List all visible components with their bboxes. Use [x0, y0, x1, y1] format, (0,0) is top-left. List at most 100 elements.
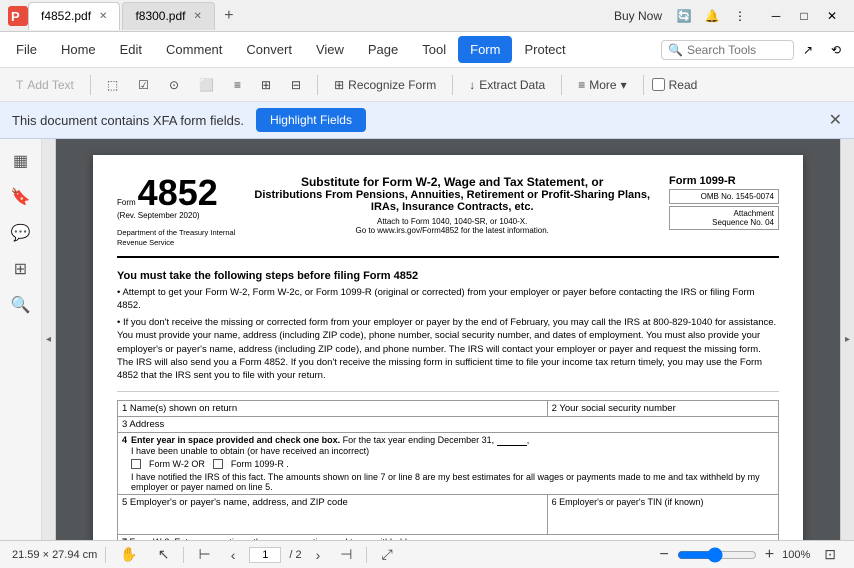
toolbar-icon2[interactable]: ☑	[130, 74, 157, 96]
highlight-fields-button[interactable]: Highlight Fields	[256, 108, 366, 132]
left-collapse-button[interactable]: ◂	[42, 139, 56, 540]
form-toolbar: T Add Text ⬚ ☑ ⊙ ⬜ ≡ ⊞ ⊟ ⊞ Recognize For…	[0, 68, 854, 102]
field-2-label: 2 Your social security number	[547, 400, 778, 416]
search-tools-icon: 🔍	[668, 43, 683, 57]
xfa-message: This document contains XFA form fields.	[12, 113, 244, 128]
zoom-out-button[interactable]: −	[659, 546, 668, 564]
comment-panel-icon[interactable]: 💬	[7, 219, 35, 247]
field-7-text: Form W-2. Enter wages, tips, other compe…	[130, 537, 410, 540]
nav-first-button[interactable]: ⊢	[192, 544, 216, 565]
field-4-number: 4	[122, 435, 127, 445]
1099r-label: Form 1099-R .	[231, 459, 289, 469]
more-options-icon[interactable]: ⋮	[726, 2, 754, 30]
w2-label: Form W-2 OR	[149, 459, 205, 469]
add-text-icon: T	[16, 78, 23, 92]
tab-f4852-label: f4852.pdf	[41, 9, 91, 23]
menu-tool[interactable]: Tool	[410, 36, 458, 63]
right-collapse-button[interactable]: ▸	[840, 139, 854, 540]
form-1099r: Form 1099-R	[669, 175, 779, 187]
w2-checkbox[interactable]	[131, 459, 141, 469]
tab-f4852-close[interactable]: ✕	[99, 11, 107, 22]
menu-page[interactable]: Page	[356, 36, 410, 63]
menu-convert[interactable]: Convert	[234, 36, 304, 63]
menu-comment[interactable]: Comment	[154, 36, 234, 63]
add-tab-button[interactable]: +	[217, 4, 241, 28]
page-number-input[interactable]	[249, 547, 281, 563]
bottom-bar: 21.59 × 27.94 cm ✋ ↖ ⊢ ‹ / 2 › ⊣ ⤢ − + 1…	[0, 540, 854, 568]
read-checkbox[interactable]	[652, 78, 665, 91]
field-5-label: 5 Employer's or payer's name, address, a…	[118, 494, 548, 534]
toolbar-icon5[interactable]: ≡	[226, 74, 249, 96]
fit-page-button[interactable]: ⤢	[375, 544, 398, 565]
omb-label: OMB No. 1545-0074	[669, 189, 779, 204]
form-header: Form 4852 (Rev. September 2020) Departme…	[117, 175, 779, 248]
maximize-button[interactable]: □	[790, 2, 818, 30]
page-separator: / 2	[289, 549, 301, 561]
form-attach-text: Attach to Form 1040, 1040-SR, or 1040-X.	[243, 217, 661, 226]
form-title-line3: IRAs, Insurance Contracts, etc.	[243, 201, 661, 213]
menu-file[interactable]: File	[4, 36, 49, 63]
zoom-in-button[interactable]: +	[765, 546, 774, 564]
sequence-label: Sequence No. 04	[674, 218, 774, 227]
fit-width-button[interactable]: ⊡	[818, 544, 842, 565]
add-text-button[interactable]: T Add Text	[8, 74, 82, 96]
bullet1: • Attempt to get your Form W-2, Form W-2…	[117, 286, 779, 313]
attachment-label: Attachment	[674, 209, 774, 218]
tab-f4852[interactable]: f4852.pdf ✕	[28, 2, 120, 30]
field-4-text: Enter year in space provided and check o…	[131, 435, 774, 446]
toolbar-icon4[interactable]: ⬜	[191, 74, 222, 96]
menu-home[interactable]: Home	[49, 36, 108, 63]
close-button[interactable]: ✕	[818, 2, 846, 30]
toolbar-icon1[interactable]: ⬚	[99, 74, 126, 96]
extract-data-icon: ↓	[469, 78, 475, 92]
more-button[interactable]: ≡ More ▾	[570, 74, 634, 96]
help-button[interactable]: ⟲	[822, 36, 850, 64]
tab-f8300-close[interactable]: ✕	[193, 11, 201, 22]
zoom-level: 100%	[782, 549, 810, 561]
tab-f8300[interactable]: f8300.pdf ✕	[122, 2, 214, 30]
search-panel-icon[interactable]: 🔍	[7, 291, 35, 319]
hand-tool-button[interactable]: ✋	[114, 544, 143, 565]
tab-f8300-label: f8300.pdf	[135, 9, 185, 23]
menu-form[interactable]: Form	[458, 36, 512, 63]
1099r-checkbox[interactable]	[213, 459, 223, 469]
select-tool-button[interactable]: ↖	[152, 544, 176, 565]
update-icon[interactable]: 🔄	[670, 2, 698, 30]
search-tools-input[interactable]	[687, 43, 787, 57]
form-website: Go to www.irs.gov/Form4852 for the lates…	[243, 226, 661, 235]
field-3-label: 3 Address	[118, 416, 779, 432]
toolbar-icon6[interactable]: ⊞	[253, 74, 279, 96]
thumbnail-panel-icon[interactable]: ▦	[7, 147, 35, 175]
xfa-notice-bar: This document contains XFA form fields. …	[0, 102, 854, 139]
zoom-slider[interactable]	[677, 547, 757, 563]
page-dimensions: 21.59 × 27.94 cm	[12, 549, 97, 561]
recognize-form-icon: ⊞	[334, 78, 344, 92]
form-title-line2: Distributions From Pensions, Annuities, …	[243, 189, 661, 201]
share-button[interactable]: ↗	[794, 36, 822, 64]
extract-data-button[interactable]: ↓ Extract Data	[461, 74, 553, 96]
instructions-header: You must take the following steps before…	[117, 270, 779, 282]
pdf-area[interactable]: Form 4852 (Rev. September 2020) Departme…	[56, 139, 840, 540]
field-1-label: 1 Name(s) shown on return	[118, 400, 548, 416]
toolbar-icon7[interactable]: ⊟	[283, 74, 309, 96]
form-word: Form	[117, 198, 136, 207]
read-checkbox-label[interactable]: Read	[652, 78, 698, 92]
toolbar-icon3[interactable]: ⊙	[161, 74, 187, 96]
nav-last-button[interactable]: ⊣	[334, 544, 358, 565]
menu-view[interactable]: View	[304, 36, 356, 63]
buy-now-button[interactable]: Buy Now	[606, 5, 670, 27]
left-panel: ▦ 🔖 💬 ⊞ 🔍	[0, 139, 42, 540]
recognize-form-button[interactable]: ⊞ Recognize Form	[326, 74, 444, 96]
nav-prev-button[interactable]: ‹	[225, 545, 242, 565]
minimize-button[interactable]: ─	[762, 2, 790, 30]
nav-next-button[interactable]: ›	[310, 545, 327, 565]
menu-protect[interactable]: Protect	[512, 36, 577, 63]
app-logo: P	[8, 6, 28, 26]
xfa-close-button[interactable]: ✕	[829, 110, 842, 130]
bookmark-panel-icon[interactable]: 🔖	[7, 183, 35, 211]
notification-icon[interactable]: 🔔	[698, 2, 726, 30]
menu-edit[interactable]: Edit	[108, 36, 154, 63]
field-4-sub: I have been unable to obtain (or have re…	[131, 446, 774, 456]
layers-panel-icon[interactable]: ⊞	[7, 255, 35, 283]
dept-line1: Department of the Treasury InternalReven…	[117, 228, 235, 248]
